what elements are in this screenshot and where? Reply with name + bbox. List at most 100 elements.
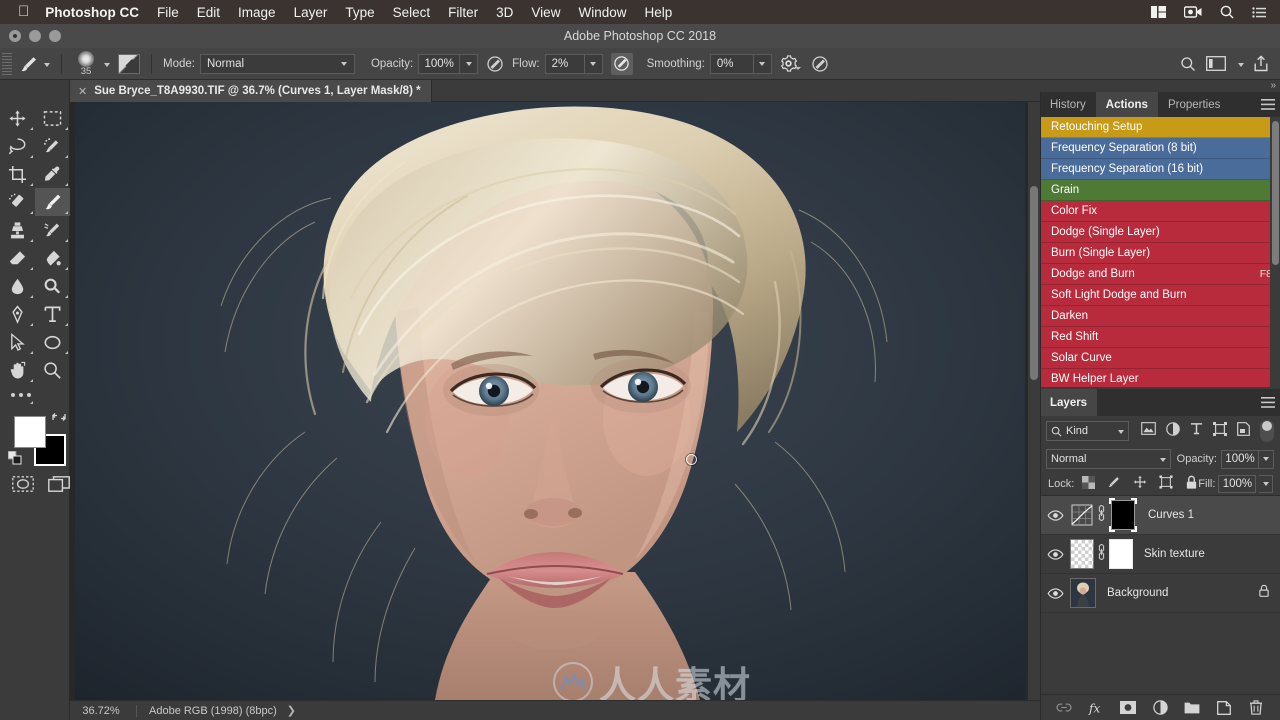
blend-mode-select[interactable]: Normal	[1046, 449, 1171, 469]
workspace-caret-icon[interactable]	[1238, 62, 1244, 67]
share-icon[interactable]	[1250, 53, 1272, 75]
canvas-area[interactable]: 人人素材	[70, 102, 1040, 700]
menu-3d[interactable]: 3D	[496, 5, 513, 20]
chevron-down-icon[interactable]	[1118, 430, 1124, 434]
mode-select[interactable]: Normal	[199, 53, 355, 74]
action-item[interactable]: Red Shift	[1040, 327, 1280, 348]
swap-colors-icon[interactable]	[52, 410, 66, 429]
action-item[interactable]: Retouching Setup	[1040, 117, 1280, 138]
options-bar-grip[interactable]	[2, 52, 12, 75]
control-center-icon[interactable]	[1252, 6, 1266, 18]
layer-filter-kind-select[interactable]: Kind	[1046, 421, 1129, 441]
action-item[interactable]: Dodge and Burn F8	[1040, 264, 1280, 285]
menu-select[interactable]: Select	[393, 5, 431, 20]
action-item[interactable]: Frequency Separation (8 bit)	[1040, 138, 1280, 159]
new-layer-icon[interactable]	[1216, 700, 1232, 716]
canvas-vertical-scrollbar[interactable]	[1028, 102, 1040, 700]
lock-position-icon[interactable]	[1133, 475, 1147, 492]
zoom-level[interactable]: 36.72%	[70, 705, 132, 717]
actions-list[interactable]: Retouching Setup Frequency Separation (8…	[1040, 117, 1280, 387]
new-group-icon[interactable]	[1184, 700, 1200, 716]
action-item[interactable]: Darken	[1040, 306, 1280, 327]
layer-name[interactable]: Skin texture	[1144, 548, 1205, 560]
action-item[interactable]: Grain	[1040, 180, 1280, 201]
opacity-dropdown[interactable]	[460, 53, 479, 74]
eyedropper-tool[interactable]	[35, 160, 70, 188]
clone-stamp-tool[interactable]	[0, 216, 35, 244]
path-selection-tool[interactable]	[0, 328, 35, 356]
more-tools-icon[interactable]	[0, 384, 70, 406]
flow-input[interactable]: 2%	[544, 53, 585, 74]
brush-picker-caret[interactable]	[104, 62, 110, 67]
search-icon[interactable]	[1177, 53, 1199, 75]
history-brush-tool[interactable]	[35, 216, 70, 244]
chevron-down-icon[interactable]	[336, 55, 352, 73]
spot-healing-brush-tool[interactable]	[0, 188, 35, 216]
action-item[interactable]: Color Fix	[1040, 201, 1280, 222]
menu-image[interactable]: Image	[238, 5, 276, 20]
panel-menu-icon[interactable]	[1256, 389, 1280, 416]
lock-transparent-pixels-icon[interactable]	[1082, 475, 1096, 492]
screen-record-icon[interactable]	[1184, 6, 1202, 18]
tool-preset-caret[interactable]	[44, 62, 50, 67]
menu-file[interactable]: File	[157, 5, 179, 20]
active-tool-indicator[interactable]	[15, 48, 54, 80]
menu-view[interactable]: View	[531, 5, 560, 20]
zoom-tool[interactable]	[35, 356, 70, 384]
lock-artboard-nesting-icon[interactable]	[1159, 475, 1173, 492]
layer-row-curves-1[interactable]: Curves 1	[1040, 496, 1280, 535]
menu-edit[interactable]: Edit	[197, 5, 220, 20]
photo-thumb[interactable]	[1070, 578, 1096, 608]
lasso-tool[interactable]	[0, 132, 35, 160]
curves-adjustment-icon[interactable]	[1070, 503, 1094, 527]
quick-mask-icon[interactable]	[12, 476, 34, 497]
menu-layer[interactable]: Layer	[294, 5, 328, 20]
quick-selection-tool[interactable]	[35, 132, 70, 160]
action-item[interactable]: Frequency Separation (16 bit)	[1040, 159, 1280, 180]
close-icon[interactable]: ✕	[78, 85, 87, 98]
tab-layers[interactable]: Layers	[1040, 389, 1098, 416]
layer-row-background[interactable]: Background	[1040, 574, 1280, 613]
smoothing-input[interactable]: 0%	[709, 53, 754, 74]
pressure-opacity-toggle[interactable]	[482, 48, 508, 80]
scrollbar-thumb[interactable]	[1030, 186, 1038, 380]
split-view-icon[interactable]	[1151, 6, 1166, 18]
scrollbar-thumb[interactable]	[1272, 121, 1279, 265]
airbrush-toggle[interactable]	[607, 48, 637, 80]
menu-filter[interactable]: Filter	[448, 5, 478, 20]
action-item[interactable]: Soft Light Dodge and Burn	[1040, 285, 1280, 306]
horizontal-type-tool[interactable]	[35, 300, 70, 328]
rectangular-marquee-tool[interactable]	[35, 104, 70, 132]
foreground-color-swatch[interactable]	[14, 416, 46, 448]
delete-layer-icon[interactable]	[1248, 700, 1264, 716]
menu-type[interactable]: Type	[345, 5, 374, 20]
filter-pixel-icon[interactable]	[1141, 422, 1156, 440]
filter-smart-object-icon[interactable]	[1237, 421, 1250, 441]
add-layer-mask-icon[interactable]	[1120, 700, 1136, 716]
layer-name[interactable]: Background	[1107, 587, 1168, 599]
layer-style-fx-icon[interactable]: fx	[1088, 700, 1104, 716]
menu-help[interactable]: Help	[644, 5, 672, 20]
filter-adjustment-icon[interactable]	[1166, 421, 1180, 441]
layer-row-skin-texture[interactable]: Skin texture	[1040, 535, 1280, 574]
layer-visibility-toggle[interactable]	[1040, 587, 1070, 599]
hand-tool[interactable]	[0, 356, 35, 384]
tool-preset-swatch[interactable]	[114, 48, 144, 80]
chevron-down-icon[interactable]	[1159, 458, 1166, 462]
brush-tool[interactable]	[35, 188, 70, 216]
layer-mask-thumbnail[interactable]	[1109, 498, 1137, 532]
brush-preset-picker[interactable]: 35	[69, 48, 114, 80]
blur-tool[interactable]	[0, 272, 35, 300]
layer-name[interactable]: Curves 1	[1148, 509, 1194, 521]
layer-locked-icon[interactable]	[1258, 584, 1280, 603]
apple-logo-icon[interactable]: 	[18, 3, 29, 20]
smoothing-dropdown[interactable]	[753, 53, 772, 74]
crop-tool[interactable]	[0, 160, 35, 188]
dodge-tool[interactable]	[35, 272, 70, 300]
actions-scrollbar[interactable]	[1270, 117, 1280, 387]
workspace-switcher-icon[interactable]	[1205, 53, 1227, 75]
layer-mask-thumbnail[interactable]	[1109, 539, 1133, 569]
tab-actions[interactable]: Actions	[1095, 92, 1158, 117]
layer-opacity-dropdown[interactable]	[1259, 449, 1274, 469]
link-layers-icon[interactable]	[1056, 700, 1072, 716]
